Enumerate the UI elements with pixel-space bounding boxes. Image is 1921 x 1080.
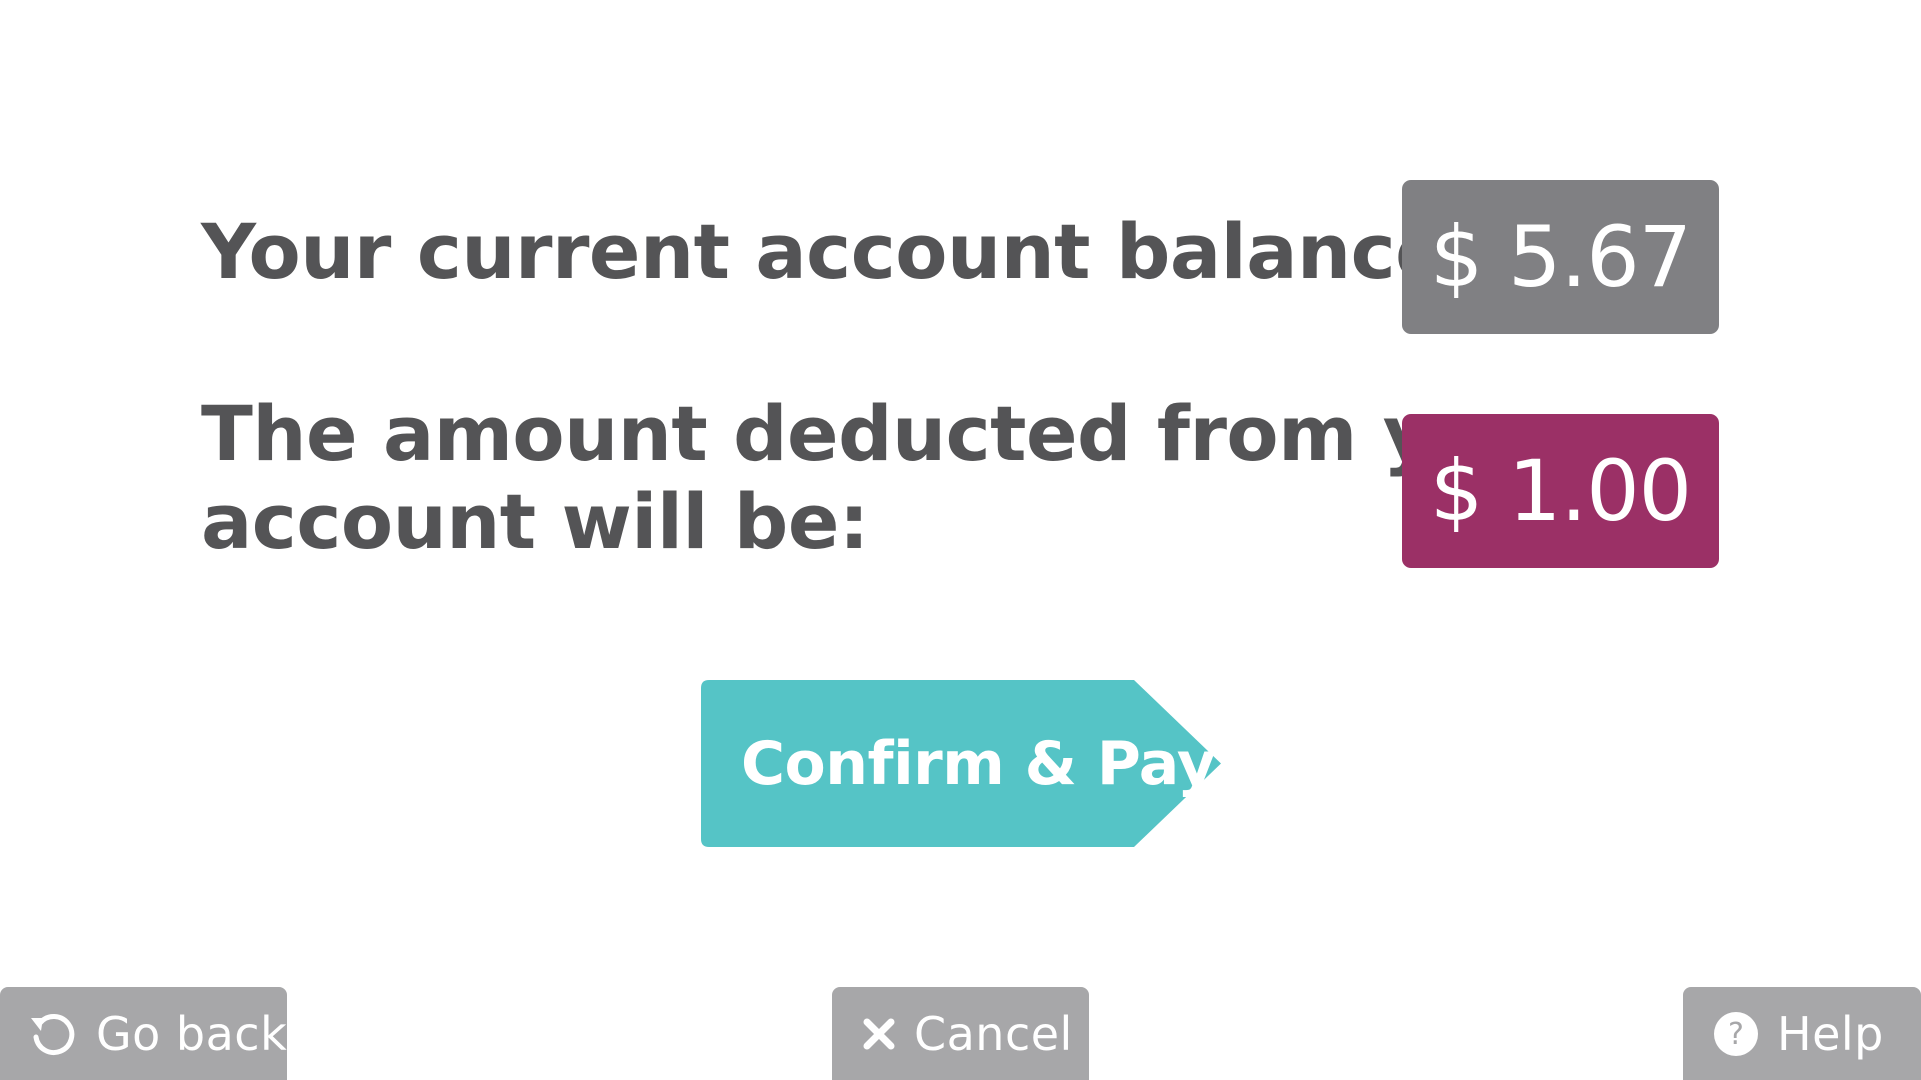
close-icon — [862, 1017, 896, 1051]
cancel-label: Cancel — [914, 1006, 1073, 1061]
help-button[interactable]: ? Help — [1683, 987, 1921, 1080]
go-back-button[interactable]: Go back — [0, 987, 287, 1080]
go-back-label: Go back — [96, 1006, 288, 1061]
confirm-pay-button[interactable]: Confirm & Pay — [701, 680, 1221, 847]
confirm-pay-label: Confirm & Pay — [741, 728, 1216, 799]
deduction-label-line1: The amount deducted from your — [201, 389, 1575, 478]
svg-text:?: ? — [1728, 1017, 1744, 1052]
help-label: Help — [1777, 1006, 1884, 1061]
deduction-amount: $ 1.00 — [1402, 414, 1719, 568]
balance-label: Your current account balance is: — [201, 207, 1573, 296]
balance-amount: $ 5.67 — [1402, 180, 1719, 334]
undo-icon — [28, 1009, 78, 1059]
payment-confirmation-screen: Your current account balance is: $ 5.67 … — [0, 0, 1921, 1080]
help-icon: ? — [1713, 1011, 1759, 1057]
cancel-button[interactable]: Cancel — [832, 987, 1089, 1080]
deduction-label-line2: account will be: — [201, 477, 869, 566]
